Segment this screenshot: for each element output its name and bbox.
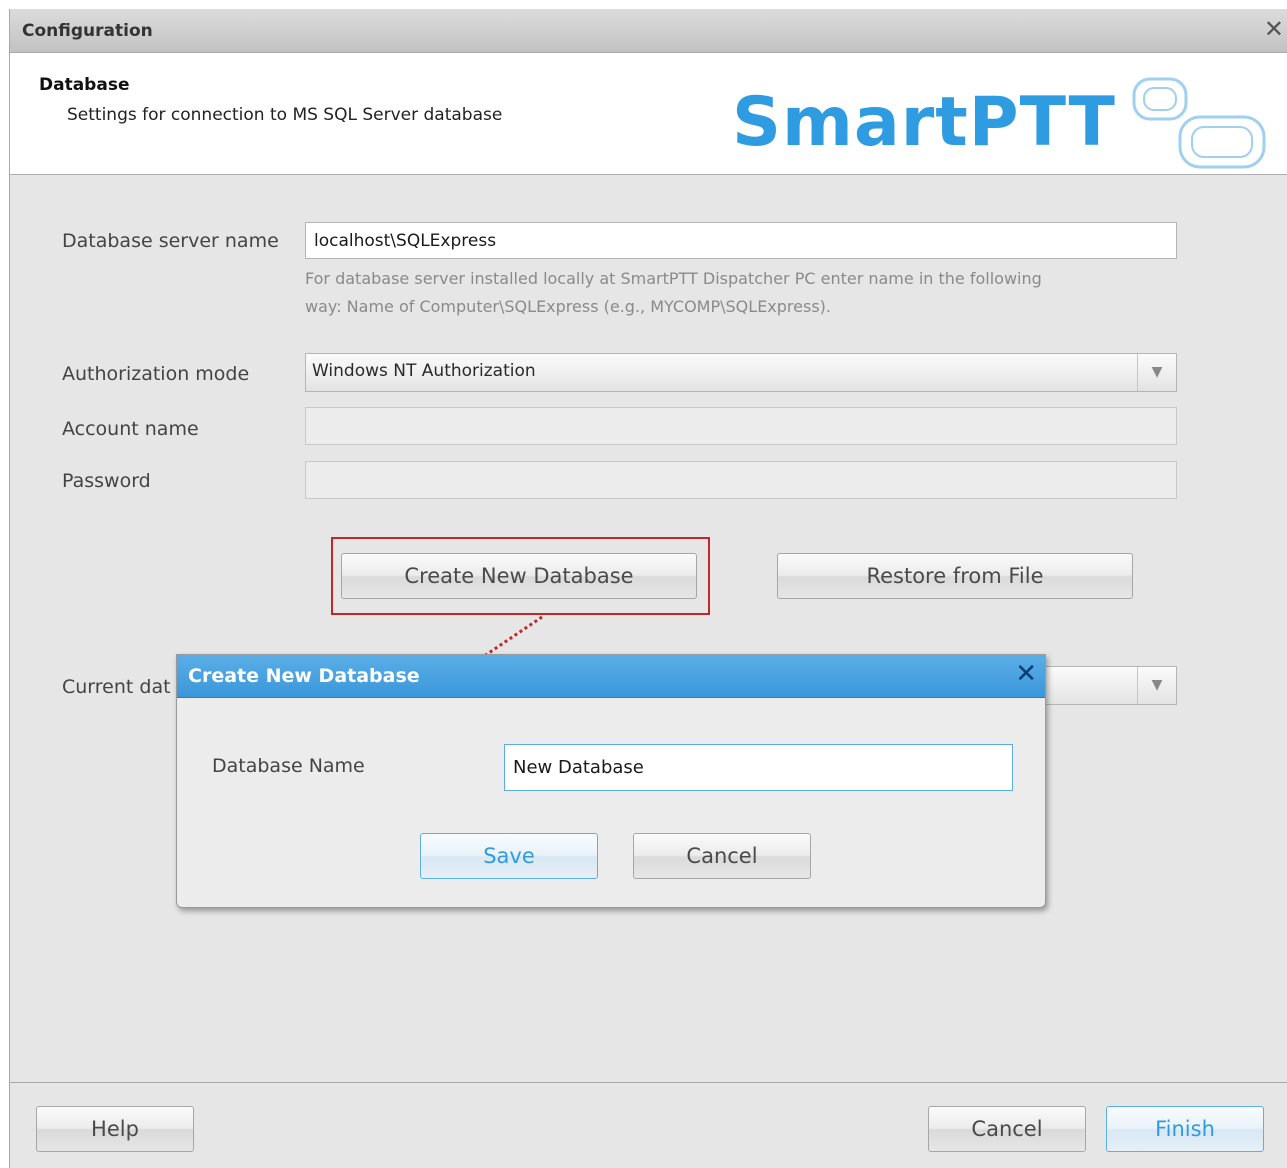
create-database-dialog: Create New Database ✕ Database Name Save… xyxy=(176,654,1046,908)
section-subtitle: Settings for connection to MS SQL Server… xyxy=(67,105,503,125)
server-name-hint: For database server installed locally at… xyxy=(305,265,1042,321)
chevron-down-icon[interactable]: ▼ xyxy=(1137,354,1176,391)
auth-mode-select[interactable]: Windows NT Authorization ▼ xyxy=(305,353,1177,392)
help-button[interactable]: Help xyxy=(36,1106,194,1152)
password-label: Password xyxy=(62,470,151,492)
restore-from-file-button[interactable]: Restore from File xyxy=(777,553,1133,599)
server-name-label: Database server name xyxy=(62,230,279,252)
section-title: Database xyxy=(39,75,130,95)
dialog-title-bar: Create New Database ✕ xyxy=(177,655,1045,698)
password-input[interactable] xyxy=(305,461,1177,499)
current-database-label: Current dat xyxy=(62,676,171,698)
chevron-down-icon[interactable]: ▼ xyxy=(1137,667,1176,704)
database-name-label: Database Name xyxy=(212,755,365,777)
finish-button[interactable]: Finish xyxy=(1106,1106,1264,1152)
server-name-input[interactable] xyxy=(305,222,1177,259)
account-name-input[interactable] xyxy=(305,407,1177,445)
auth-mode-value: Windows NT Authorization xyxy=(312,361,536,381)
logo-text: SmartPTT xyxy=(732,83,1116,162)
database-name-input[interactable] xyxy=(504,744,1013,791)
dialog-cancel-button[interactable]: Cancel xyxy=(633,833,811,879)
cancel-button[interactable]: Cancel xyxy=(928,1106,1086,1152)
smartptt-logo: SmartPTT xyxy=(732,77,1266,169)
save-button[interactable]: Save xyxy=(420,833,598,879)
footer-divider xyxy=(10,1082,1287,1083)
server-name-hint-line1: For database server installed locally at… xyxy=(305,269,1042,288)
create-button-highlight xyxy=(331,537,710,615)
configuration-window: Configuration ✕ Database Settings for co… xyxy=(9,9,1287,1168)
account-name-label: Account name xyxy=(62,418,199,440)
dialog-title: Create New Database xyxy=(188,665,420,687)
auth-mode-label: Authorization mode xyxy=(62,363,250,385)
page-header: Database Settings for connection to MS S… xyxy=(10,53,1287,175)
server-name-hint-line2: way: Name of Computer\SQLExpress (e.g., … xyxy=(305,297,831,316)
window-title: Configuration xyxy=(22,21,153,41)
dialog-close-icon[interactable]: ✕ xyxy=(1015,659,1037,689)
title-bar: Configuration ✕ xyxy=(10,9,1287,53)
window-close-icon[interactable]: ✕ xyxy=(1264,15,1284,43)
